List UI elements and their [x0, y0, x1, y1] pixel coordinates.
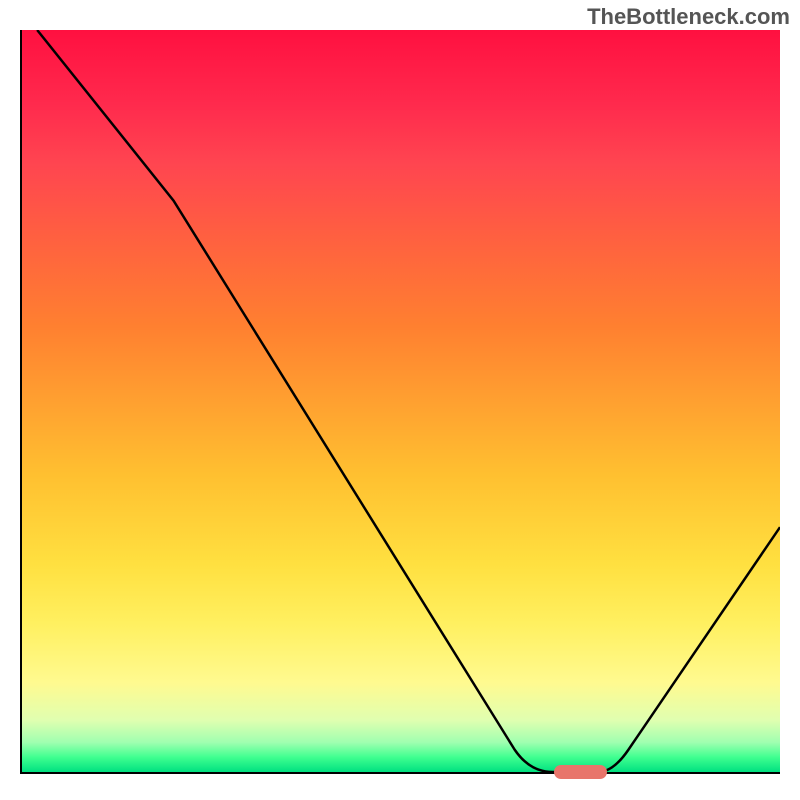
chart-area [20, 30, 780, 774]
bottleneck-curve [22, 30, 780, 772]
watermark-text: TheBottleneck.com [587, 4, 790, 30]
optimal-range-marker [554, 765, 607, 779]
